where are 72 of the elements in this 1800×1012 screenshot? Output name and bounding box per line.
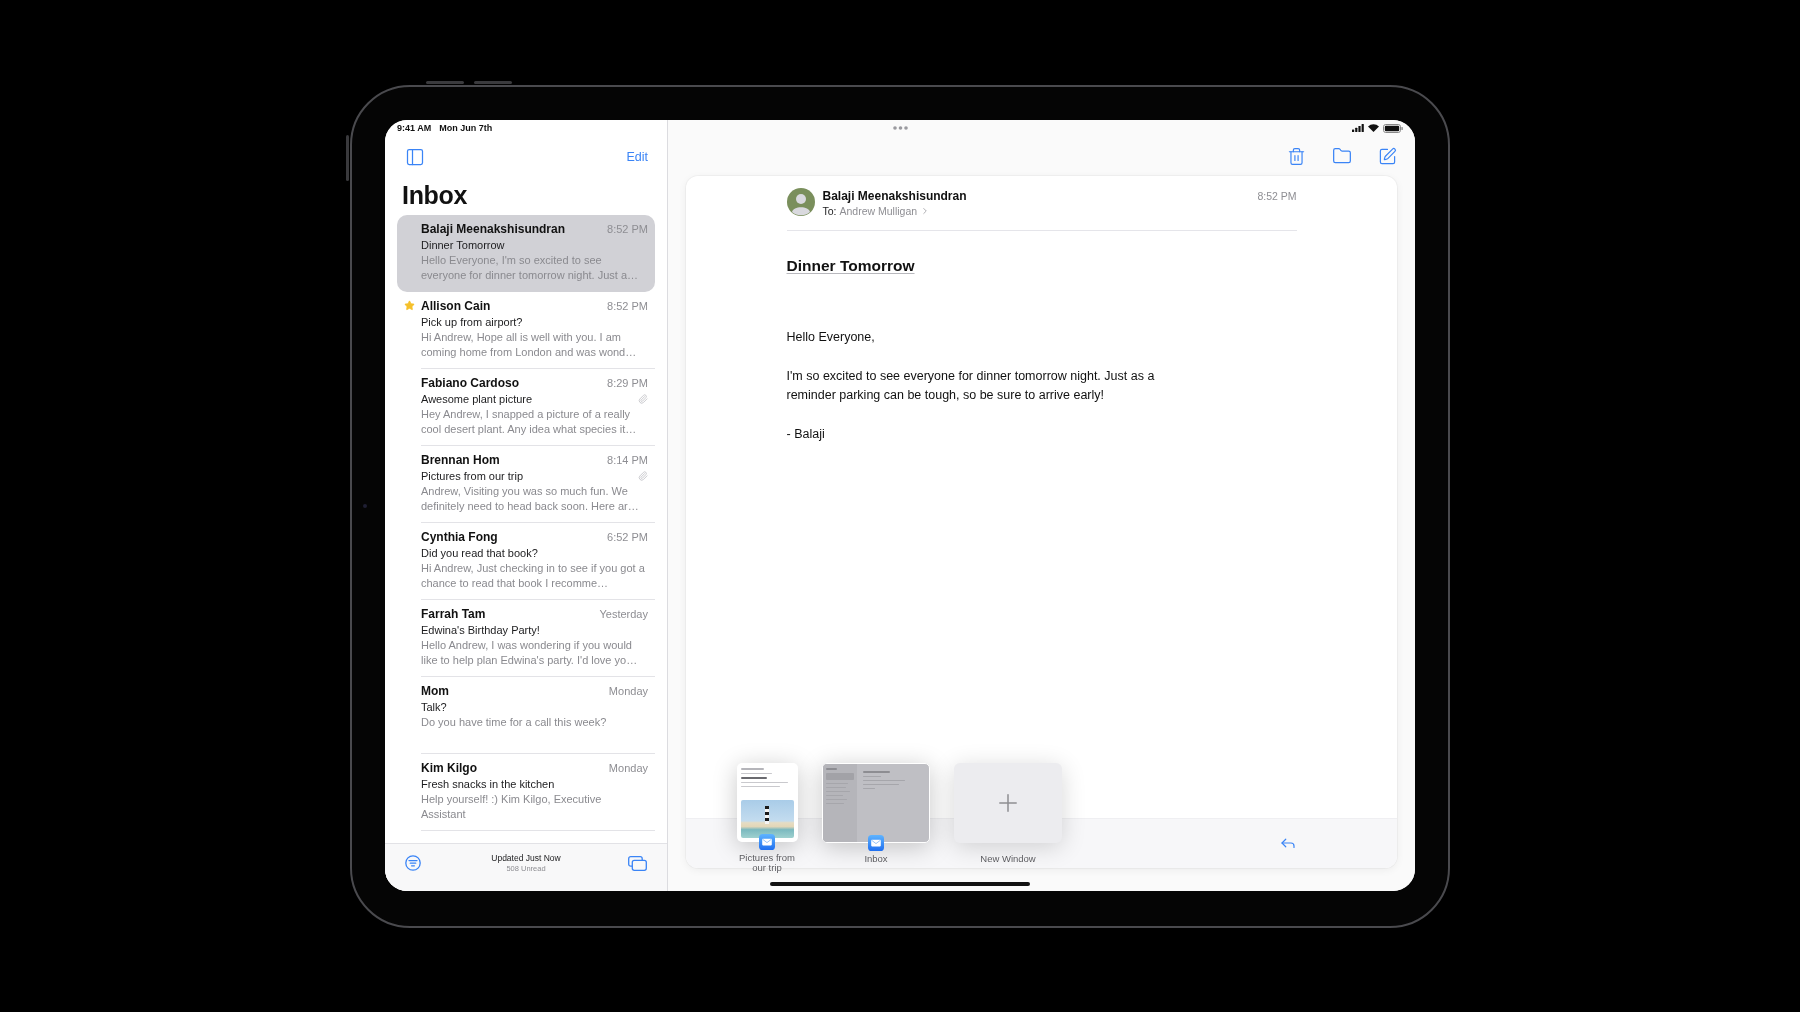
message-row[interactable]: Fabiano Cardoso 8:29 PM Awesome plant picture Hey Andrew, I snapped a picture of a really cool desert plant. Any idea what species it… (397, 368, 655, 446)
inbox-title: Inbox (401, 179, 469, 211)
sender-name: Farrah Tam (421, 605, 486, 622)
avatar-icon (786, 187, 815, 216)
to-label: To: (822, 203, 837, 218)
folder-icon[interactable] (1332, 146, 1352, 166)
body-paragraph: Hello Everyone, (786, 328, 876, 346)
message-row[interactable]: Allison Cain 8:52 PM Pick up from airport? Hi Andrew, Hope all is well with you. I am coming home from London and was wond… (397, 291, 655, 369)
window-preview-drawing[interactable] (736, 762, 798, 842)
more-icon[interactable] (892, 126, 908, 130)
windows-icon[interactable] (628, 855, 647, 871)
message-preview: Hello Everyone, I'm so excited to see everyone for dinner tomorrow night. Just a… (421, 252, 640, 283)
message-row[interactable]: Kim Kilgo Monday Fresh snacks in the kitchen Help yourself! :) Kim Kilgo, Executive Assistant (397, 753, 655, 831)
window-label: Inbox (864, 853, 888, 864)
message-row[interactable]: Cynthia Fong 6:52 PM Did you read that book? Hi Andrew, Just checking in to see if you got a chance to read that book I recomme… (397, 522, 655, 600)
message-time: 8:52 PM (1257, 188, 1297, 204)
message-time: 8:14 PM (607, 452, 648, 468)
message-subject: Pick up from airport? (421, 314, 523, 330)
sender-name: Kim Kilgo (421, 759, 477, 776)
message-time: Monday (608, 760, 648, 776)
message-subject: Awesome plant picture (421, 391, 533, 407)
message-subject: Pictures from our trip (421, 468, 524, 484)
message-time: 8:52 PM (607, 221, 648, 237)
new-window-tile[interactable] (954, 762, 1062, 843)
message-time: Monday (608, 683, 648, 699)
message-row[interactable]: Balaji Meenakshisundran 8:52 PM Dinner Tomorrow Hello Everyone, I'm so excited to see everyone for dinner tomorrow night. Just a… (397, 214, 655, 292)
edit-link[interactable]: Edit (626, 149, 648, 164)
message-time: 6:52 PM (607, 529, 648, 545)
message-preview: Do you have time for a call this week? (421, 714, 608, 730)
message-time: 8:52 PM (607, 298, 648, 314)
hardware-button[interactable] (474, 80, 512, 84)
sender-name: Brennan Hom (421, 451, 500, 468)
wifi-icon (1368, 124, 1379, 132)
message-row[interactable]: Mom Monday Talk? Do you have time for a call this week? (397, 676, 655, 754)
camera-icon (363, 503, 367, 508)
message-preview: Hi Andrew, Hope all is well with you. I am coming home from London and was wond… (421, 329, 638, 360)
compose-icon[interactable] (1378, 146, 1397, 166)
trash-icon[interactable] (1287, 146, 1306, 166)
message-time: 8:29 PM (607, 375, 648, 391)
sidebar-icon[interactable] (405, 146, 425, 167)
window-preview-drawing[interactable] (822, 762, 930, 843)
message-preview: Hi Andrew, Just checking in to see if you got a chance to read that book I recomme… (421, 560, 646, 591)
message-subject: Talk? (421, 699, 447, 715)
battery-icon (1383, 123, 1403, 133)
signal-icon (1352, 124, 1364, 132)
message-preview: Hey Andrew, I snapped a picture of a really cool desert plant. Any idea what species it… (421, 406, 638, 437)
message-time: Yesterday (599, 606, 648, 622)
sender-name: Allison Cain (421, 297, 491, 314)
status-date: Mon Jun 7th (439, 123, 493, 133)
filter-icon[interactable] (405, 855, 421, 871)
window-label: Pictures from our trip (738, 852, 796, 874)
sender-name: Balaji Meenakshisundran (822, 187, 968, 204)
message-subject: Did you read that book? (421, 545, 538, 561)
window-label: New Window (980, 853, 1036, 864)
message-subject: Fresh snacks in the kitchen (421, 776, 555, 792)
hardware-button[interactable] (426, 80, 464, 84)
message-preview: Help yourself! :) Kim Kilgo, Executive Assistant (421, 791, 603, 822)
message-row[interactable]: Farrah Tam Yesterday Edwina's Birthday Party! Hello Andrew, I was wondering if you would like to help plan Edwina's party. I'd love yo… (397, 599, 655, 677)
message-preview: Andrew, Visiting you was so much fun. We definitely need to head back soon. Here ar… (421, 483, 640, 514)
body-paragraph: - Balaji (786, 426, 826, 443)
message-subject: Dinner Tomorrow (421, 237, 505, 253)
message-row[interactable]: Brennan Hom 8:14 PM Pictures from our trip Andrew, Visiting you was so much fun. We definitely need to head back soon. Here ar… (397, 445, 655, 523)
sender-name: Mom (421, 682, 449, 699)
message-preview: Hello Andrew, I was wondering if you would like to help plan Edwina's party. I'd love yo… (421, 637, 639, 668)
update-status: Updated Just Now (491, 853, 561, 863)
message-subject: Dinner Tomorrow (786, 255, 915, 276)
status-time: 9:41 AM (397, 123, 432, 133)
sender-name: Fabiano Cardoso (421, 374, 519, 391)
sender-name: Balaji Meenakshisundran (421, 220, 566, 237)
sender-name: Cynthia Fong (421, 528, 498, 545)
body-paragraph: I'm so excited to see everyone for dinner tomorrow night. Just as a reminder parking can be tough, so be sure to arrive early! (786, 367, 1156, 404)
message-subject: Edwina's Birthday Party! (421, 622, 540, 638)
